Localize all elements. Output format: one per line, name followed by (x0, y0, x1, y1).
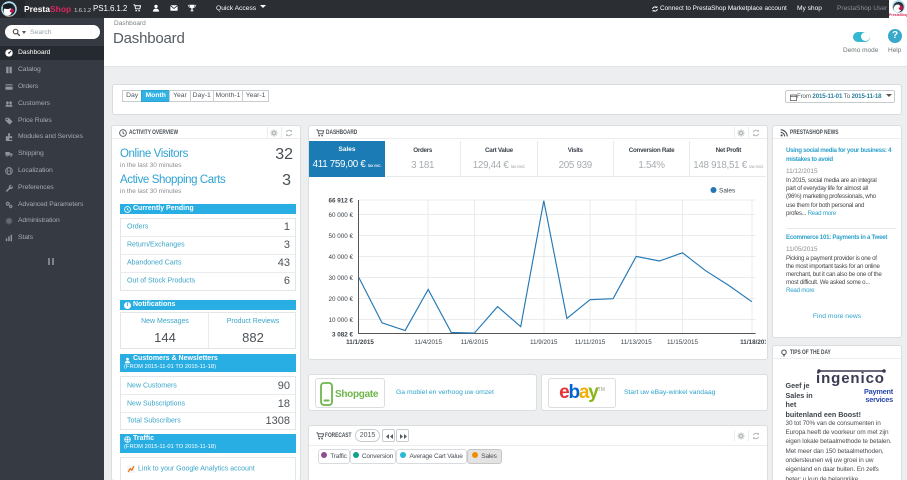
svg-text:11/1/2015: 11/1/2015 (346, 339, 374, 346)
svg-text:11/18/201: 11/18/201 (740, 339, 766, 346)
svg-text:50 000 €: 50 000 € (328, 233, 353, 240)
svg-text:11/9/2015: 11/9/2015 (530, 339, 558, 346)
svg-text:11/13/2015: 11/13/2015 (621, 339, 653, 346)
svg-text:10 000 €: 10 000 € (328, 317, 353, 324)
svg-text:20 000 €: 20 000 € (328, 296, 353, 303)
svg-text:Sales: Sales (719, 188, 736, 195)
svg-text:66 912 €: 66 912 € (328, 198, 353, 205)
svg-text:3 082 €: 3 082 € (332, 332, 354, 339)
svg-text:11/15/2015: 11/15/2015 (667, 339, 699, 346)
svg-text:11/6/2015: 11/6/2015 (461, 339, 489, 346)
svg-text:11/11/2015: 11/11/2015 (575, 339, 606, 346)
svg-text:11/4/2015: 11/4/2015 (414, 339, 442, 346)
svg-text:30 000 €: 30 000 € (328, 275, 353, 282)
svg-text:60 000 €: 60 000 € (328, 212, 353, 219)
svg-text:40 000 €: 40 000 € (328, 254, 353, 261)
